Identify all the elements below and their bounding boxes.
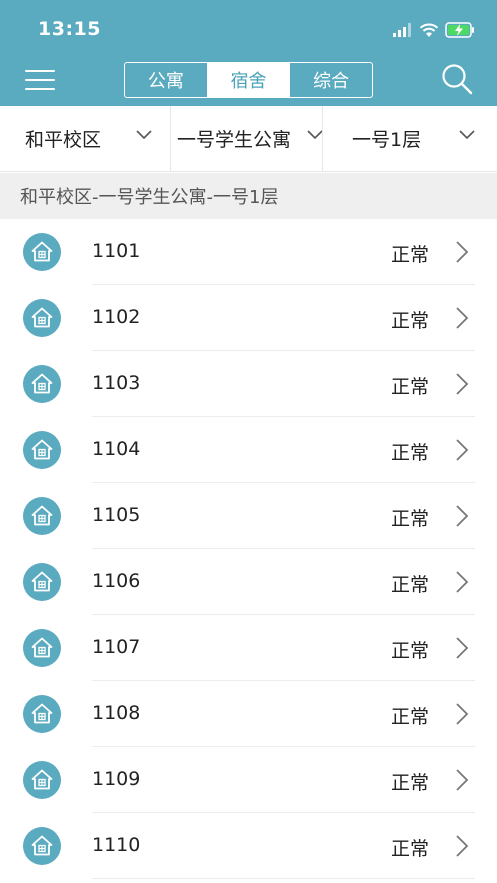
house-icon (23, 695, 61, 733)
house-icon (23, 563, 61, 601)
tab-comprehensive[interactable]: 综合 (289, 63, 372, 97)
room-row[interactable]: 1105 正常 (0, 483, 497, 549)
building-filter-label: 一号学生公寓 (177, 129, 292, 151)
filter-bar: 和平校区 一号学生公寓 一号1层 (0, 106, 497, 172)
status-time: 13:15 (38, 18, 101, 40)
breadcrumb: 和平校区-一号学生公寓-一号1层 (0, 173, 497, 219)
room-number: 1105 (92, 504, 141, 526)
room-row[interactable]: 1108 正常 (0, 681, 497, 747)
chevron-right-icon (456, 637, 469, 659)
room-number: 1102 (92, 306, 141, 328)
chevron-down-icon (136, 130, 152, 140)
wifi-icon (419, 23, 439, 37)
chevron-right-icon (456, 307, 469, 329)
house-icon (23, 233, 61, 271)
room-status: 正常 (390, 640, 429, 662)
chevron-down-icon (307, 130, 323, 140)
room-row[interactable]: 1110 正常 (0, 813, 497, 879)
room-status: 正常 (390, 442, 429, 464)
room-row[interactable]: 1107 正常 (0, 615, 497, 681)
chevron-right-icon (456, 703, 469, 725)
house-icon (23, 497, 61, 535)
status-icons (393, 20, 475, 40)
room-list: 1101 正常 1102 正常 1103 正常 1104 正常 1105 正常 … (0, 219, 497, 879)
house-icon (23, 299, 61, 337)
room-number: 1108 (92, 702, 141, 724)
room-number: 1104 (92, 438, 141, 460)
house-icon (23, 431, 61, 469)
menu-button[interactable] (25, 68, 55, 92)
room-status: 正常 (390, 310, 429, 332)
room-number: 1110 (92, 834, 141, 856)
campus-filter-label: 和平校区 (25, 129, 102, 151)
room-status: 正常 (390, 706, 429, 728)
room-row[interactable]: 1101 正常 (0, 219, 497, 285)
house-icon (23, 827, 61, 865)
room-number: 1109 (92, 768, 141, 790)
room-row[interactable]: 1109 正常 (0, 747, 497, 813)
house-icon (23, 365, 61, 403)
search-icon[interactable] (441, 63, 473, 95)
room-status: 正常 (390, 376, 429, 398)
category-tabs: 公寓 宿舍 综合 (124, 62, 373, 98)
room-status: 正常 (390, 772, 429, 794)
room-row[interactable]: 1102 正常 (0, 285, 497, 351)
room-status: 正常 (390, 574, 429, 596)
chevron-right-icon (456, 439, 469, 461)
room-row[interactable]: 1103 正常 (0, 351, 497, 417)
floor-filter-label: 一号1层 (352, 129, 422, 151)
building-filter[interactable]: 一号学生公寓 (170, 106, 323, 171)
floor-filter[interactable]: 一号1层 (322, 106, 497, 171)
chevron-right-icon (456, 571, 469, 593)
app-header: 13:15 公寓 宿舍 综合 (0, 0, 497, 106)
room-number: 1103 (92, 372, 141, 394)
tab-dormitory[interactable]: 宿舍 (206, 63, 290, 97)
room-status: 正常 (390, 838, 429, 860)
room-row[interactable]: 1104 正常 (0, 417, 497, 483)
chevron-right-icon (456, 769, 469, 791)
house-icon (23, 761, 61, 799)
signal-icon (393, 23, 411, 37)
row-divider (92, 878, 475, 879)
chevron-right-icon (456, 241, 469, 263)
campus-filter[interactable]: 和平校区 (0, 106, 170, 171)
house-icon (23, 629, 61, 667)
room-row[interactable]: 1106 正常 (0, 549, 497, 615)
room-status: 正常 (390, 508, 429, 530)
battery-charging-icon (445, 22, 474, 38)
chevron-right-icon (456, 835, 469, 857)
room-number: 1101 (92, 240, 141, 262)
chevron-down-icon (459, 130, 475, 140)
chevron-right-icon (456, 505, 469, 527)
chevron-right-icon (456, 373, 469, 395)
room-number: 1106 (92, 570, 141, 592)
status-bar: 13:15 (0, 0, 497, 58)
room-status: 正常 (390, 244, 429, 266)
tab-apartment[interactable]: 公寓 (125, 63, 207, 97)
room-number: 1107 (92, 636, 141, 658)
